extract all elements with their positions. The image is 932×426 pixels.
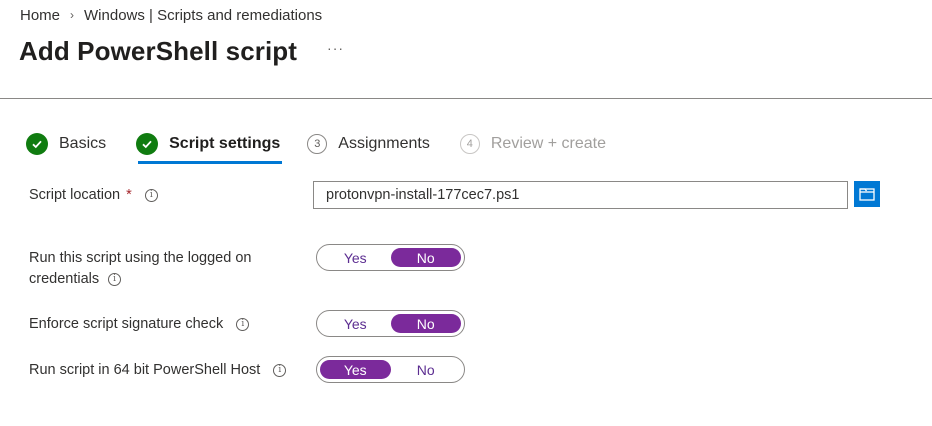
enforce-signature-text: Enforce script signature check (29, 316, 224, 332)
run-as-logged-on-yes[interactable]: Yes (320, 248, 391, 267)
run-64bit-yes[interactable]: Yes (320, 360, 391, 379)
info-icon[interactable]: i (144, 188, 158, 202)
info-icon[interactable]: i (236, 317, 250, 331)
check-circle-icon (136, 133, 159, 155)
run-64bit-text: Run script in 64 bit PowerShell Host (29, 362, 261, 378)
tab-basics[interactable]: Basics (26, 131, 106, 157)
run-as-logged-on-line1: Run this script using the logged on (29, 250, 252, 266)
required-asterisk: * (126, 187, 132, 203)
header-divider (0, 98, 932, 99)
run-as-logged-on-line2-wrap: credentials i (29, 269, 251, 290)
more-options-icon[interactable]: ··· (327, 40, 344, 56)
chevron-right-icon: › (70, 7, 75, 22)
page-title: Add PowerShell script (19, 36, 298, 66)
tab-basics-label: Basics (59, 135, 107, 152)
tab-script-settings-label: Script settings (169, 135, 281, 152)
tab-review-create[interactable]: 4 Review + create (459, 131, 607, 157)
tab-assignments[interactable]: 3 Assignments (307, 131, 430, 157)
script-location-field[interactable]: protonvpn-install-177cec7.ps1 (313, 181, 848, 209)
tab-review-create-label: Review + create (490, 135, 607, 152)
run-as-logged-on-line2: credentials (29, 271, 100, 287)
script-location-label: Script location * i (29, 185, 158, 206)
breadcrumb-home[interactable]: Home (20, 7, 60, 24)
breadcrumb: Home › Windows | Scripts and remediation… (20, 7, 322, 24)
info-icon[interactable]: i (108, 272, 122, 286)
step-number-4-icon: 4 (459, 134, 480, 154)
run-as-logged-on-no[interactable]: No (390, 248, 461, 267)
wizard-steps: Basics Script settings 3 Assignments 4 R… (26, 131, 607, 164)
run-64bit-label: Run script in 64 bit PowerShell Host i (29, 360, 287, 381)
tab-script-settings[interactable]: Script settings (136, 131, 283, 164)
script-location-text: Script location (29, 187, 121, 203)
info-icon[interactable]: i (273, 363, 287, 377)
browse-file-button[interactable] (854, 181, 880, 207)
enforce-signature-label: Enforce script signature check i (29, 314, 250, 335)
folder-open-icon (859, 188, 875, 201)
step-number-3-icon: 3 (307, 134, 328, 154)
tab-assignments-label: Assignments (338, 135, 430, 152)
run-64bit-no[interactable]: No (391, 360, 462, 379)
breadcrumb-scripts-remediations[interactable]: Windows | Scripts and remediations (84, 7, 322, 24)
run-64bit-toggle: Yes No (316, 356, 465, 383)
title-row: Add PowerShell script ··· (19, 36, 344, 67)
enforce-signature-toggle: Yes No (316, 310, 465, 337)
run-as-logged-on-toggle: Yes No (316, 244, 465, 271)
run-as-logged-on-label: Run this script using the logged on cred… (29, 248, 251, 290)
enforce-signature-yes[interactable]: Yes (320, 314, 391, 333)
enforce-signature-no[interactable]: No (390, 314, 461, 333)
check-circle-icon (26, 133, 48, 155)
